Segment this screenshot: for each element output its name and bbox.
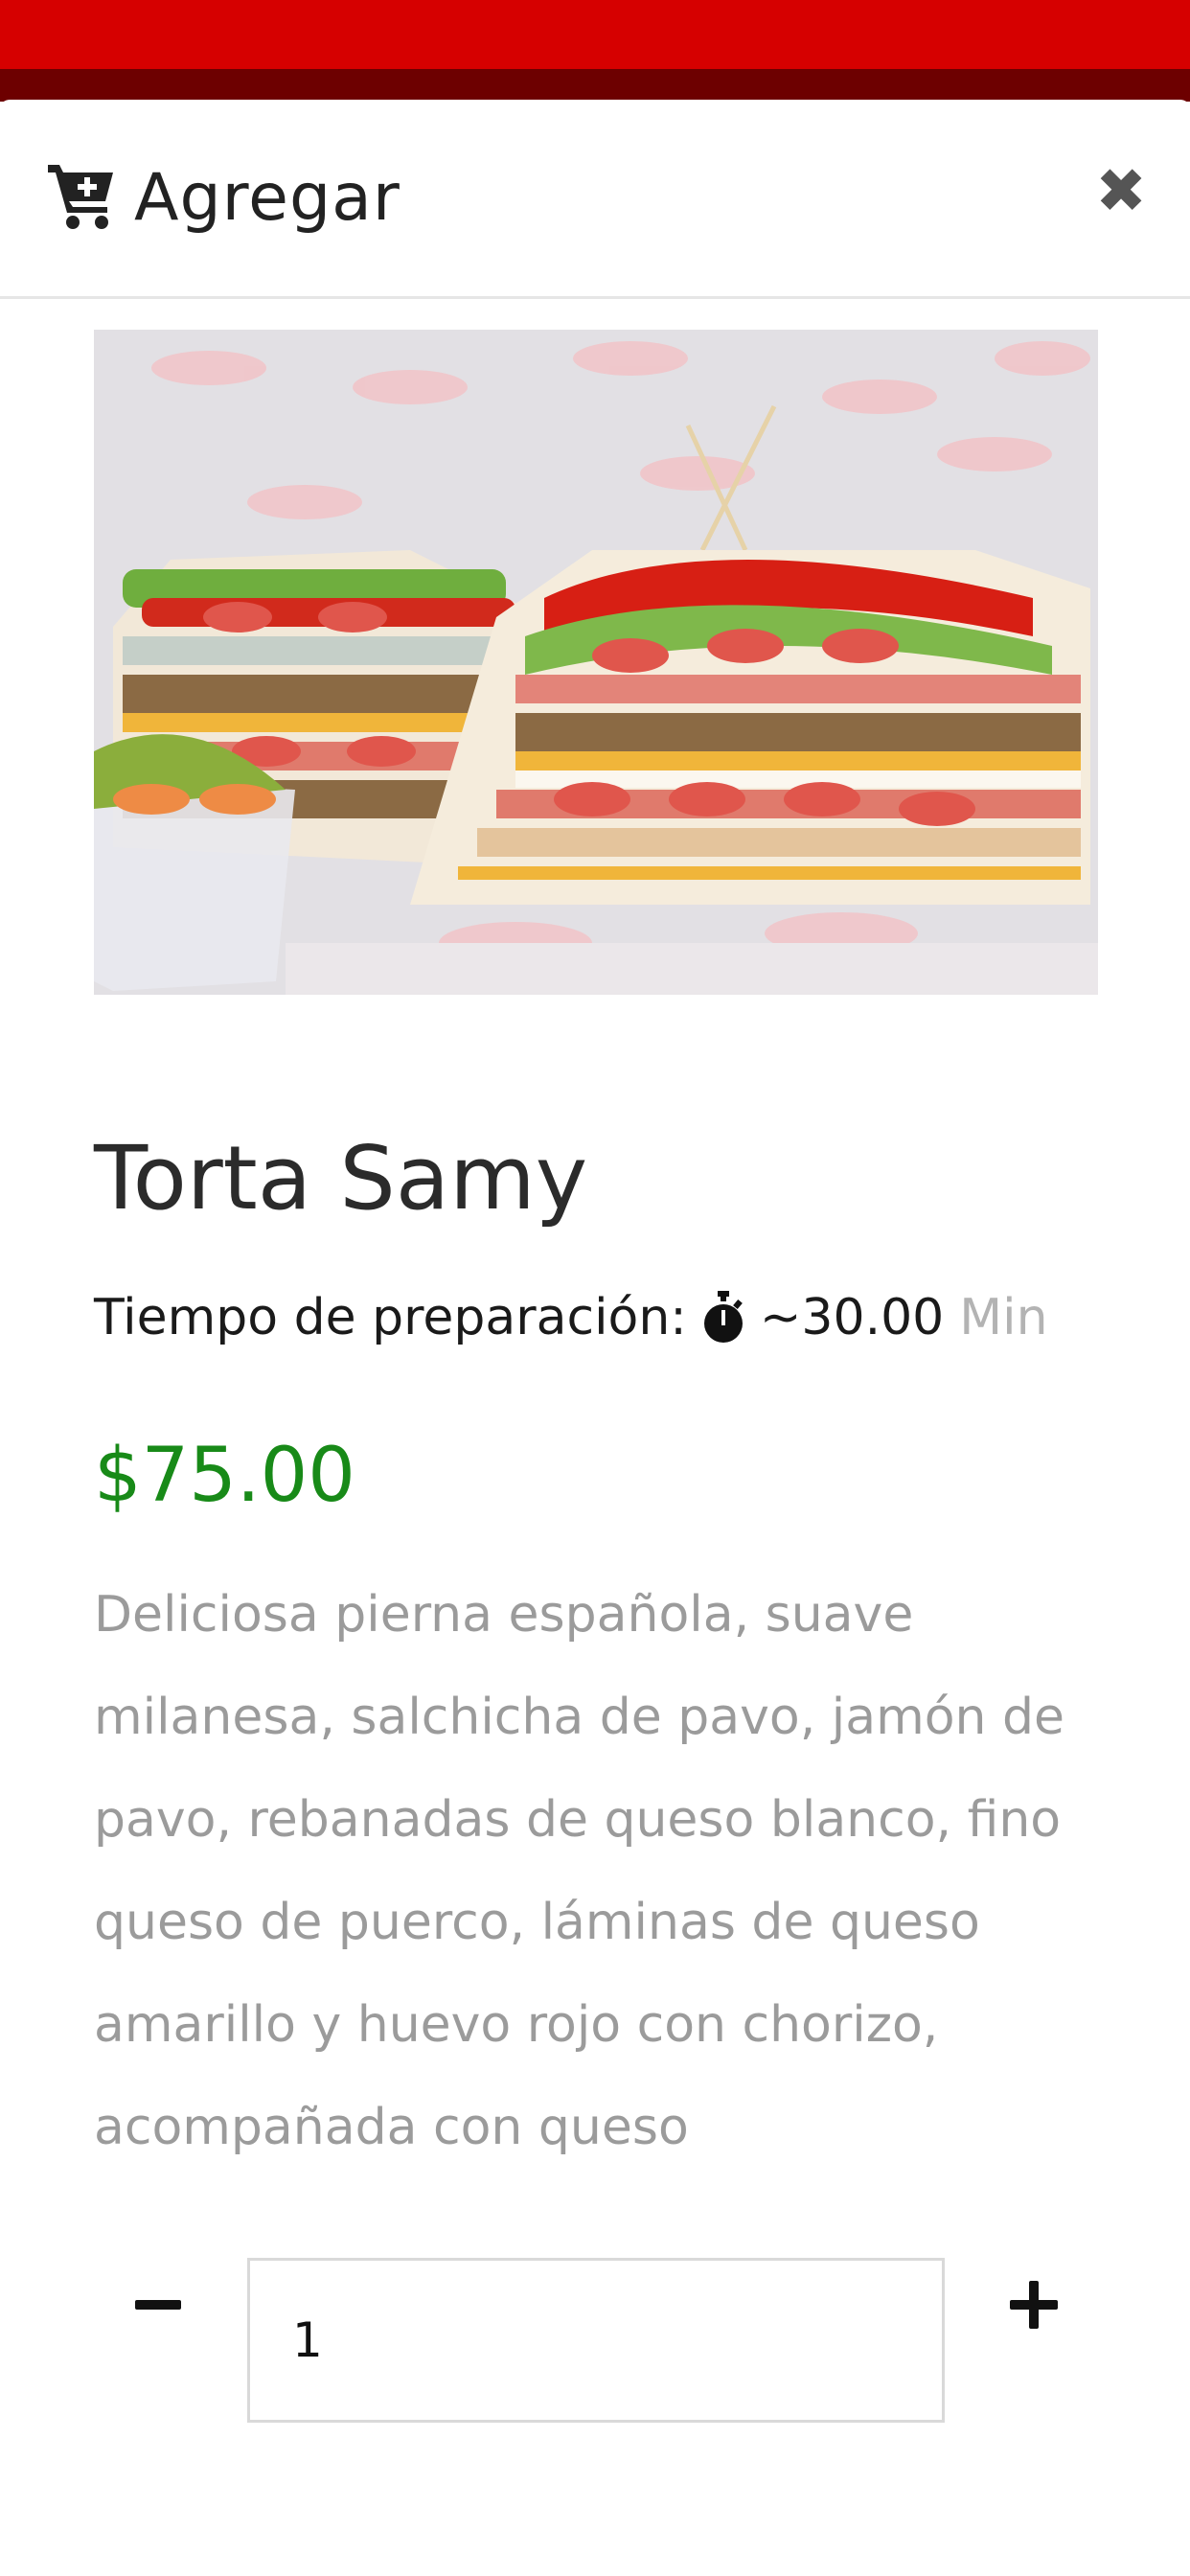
app-header-backdrop: [0, 0, 1190, 69]
close-icon: ✖: [1095, 156, 1147, 227]
close-button[interactable]: ✖: [1092, 157, 1150, 226]
product-price: $75.00: [94, 1433, 355, 1519]
stopwatch-icon: [703, 1291, 743, 1343]
product-image: [94, 330, 1098, 995]
quantity-increase-button[interactable]: [991, 2262, 1077, 2348]
product-description: Deliciosa pierna española, suave milanes…: [94, 1586, 1065, 2156]
quantity-decrease-button[interactable]: [115, 2262, 201, 2348]
modal-header: Agregar ✖: [0, 100, 1190, 299]
prep-time-row: Tiempo de preparación: ~30.00 Min: [94, 1284, 1048, 1351]
modal-title: Agregar: [134, 160, 400, 236]
prep-time-unit: Min: [959, 1289, 1048, 1346]
quantity-input[interactable]: [247, 2258, 945, 2423]
cart-plus-icon: [48, 165, 113, 229]
prep-time-label: Tiempo de preparación:: [94, 1289, 687, 1346]
torta-photo: [94, 330, 1098, 995]
plus-icon-vertical: [1029, 2281, 1039, 2329]
product-name: Torta Samy: [94, 1127, 588, 1230]
modal-overlay-band: [0, 69, 1190, 102]
minus-icon: [135, 2300, 181, 2310]
prep-time-value: ~30.00: [759, 1289, 945, 1346]
